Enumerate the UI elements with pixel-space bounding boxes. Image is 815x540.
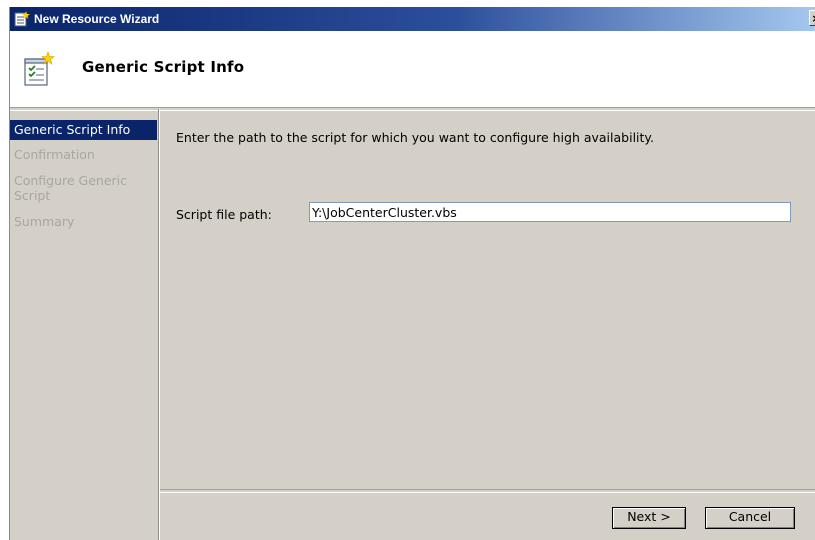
close-button[interactable]: × — [809, 10, 815, 26]
step-label: Generic Script Info — [14, 122, 131, 137]
step-generic-script-info[interactable]: Generic Script Info — [10, 120, 157, 140]
wizard-window: New Resource Wizard × Generic Script Inf… — [9, 7, 815, 540]
step-summary[interactable]: Summary — [10, 214, 157, 229]
wizard-content: Enter the path to the script for which y… — [160, 109, 815, 540]
step-label: Confirmation — [14, 147, 95, 162]
wizard-header: Generic Script Info — [10, 31, 815, 107]
step-label: Summary — [14, 214, 75, 229]
window-title: New Resource Wizard — [34, 12, 160, 26]
script-path-label: Script file path: — [176, 207, 272, 222]
footer-divider — [160, 489, 815, 493]
next-button[interactable]: Next > — [612, 507, 686, 529]
wizard-steps-sidebar: Generic Script Info Confirmation Configu… — [10, 120, 158, 540]
script-path-input[interactable] — [309, 202, 791, 222]
script-wizard-icon — [24, 51, 55, 86]
step-label: Configure Generic Script — [14, 173, 128, 203]
cancel-button[interactable]: Cancel — [705, 507, 795, 529]
step-configure-generic-script[interactable]: Configure Generic Script — [10, 173, 140, 203]
close-icon: × — [811, 12, 815, 25]
step-confirmation[interactable]: Confirmation — [10, 147, 157, 162]
title-bar[interactable]: New Resource Wizard × — [10, 7, 815, 31]
instruction-text: Enter the path to the script for which y… — [176, 130, 655, 145]
page-title: Generic Script Info — [82, 58, 245, 76]
wizard-app-icon — [14, 11, 30, 27]
